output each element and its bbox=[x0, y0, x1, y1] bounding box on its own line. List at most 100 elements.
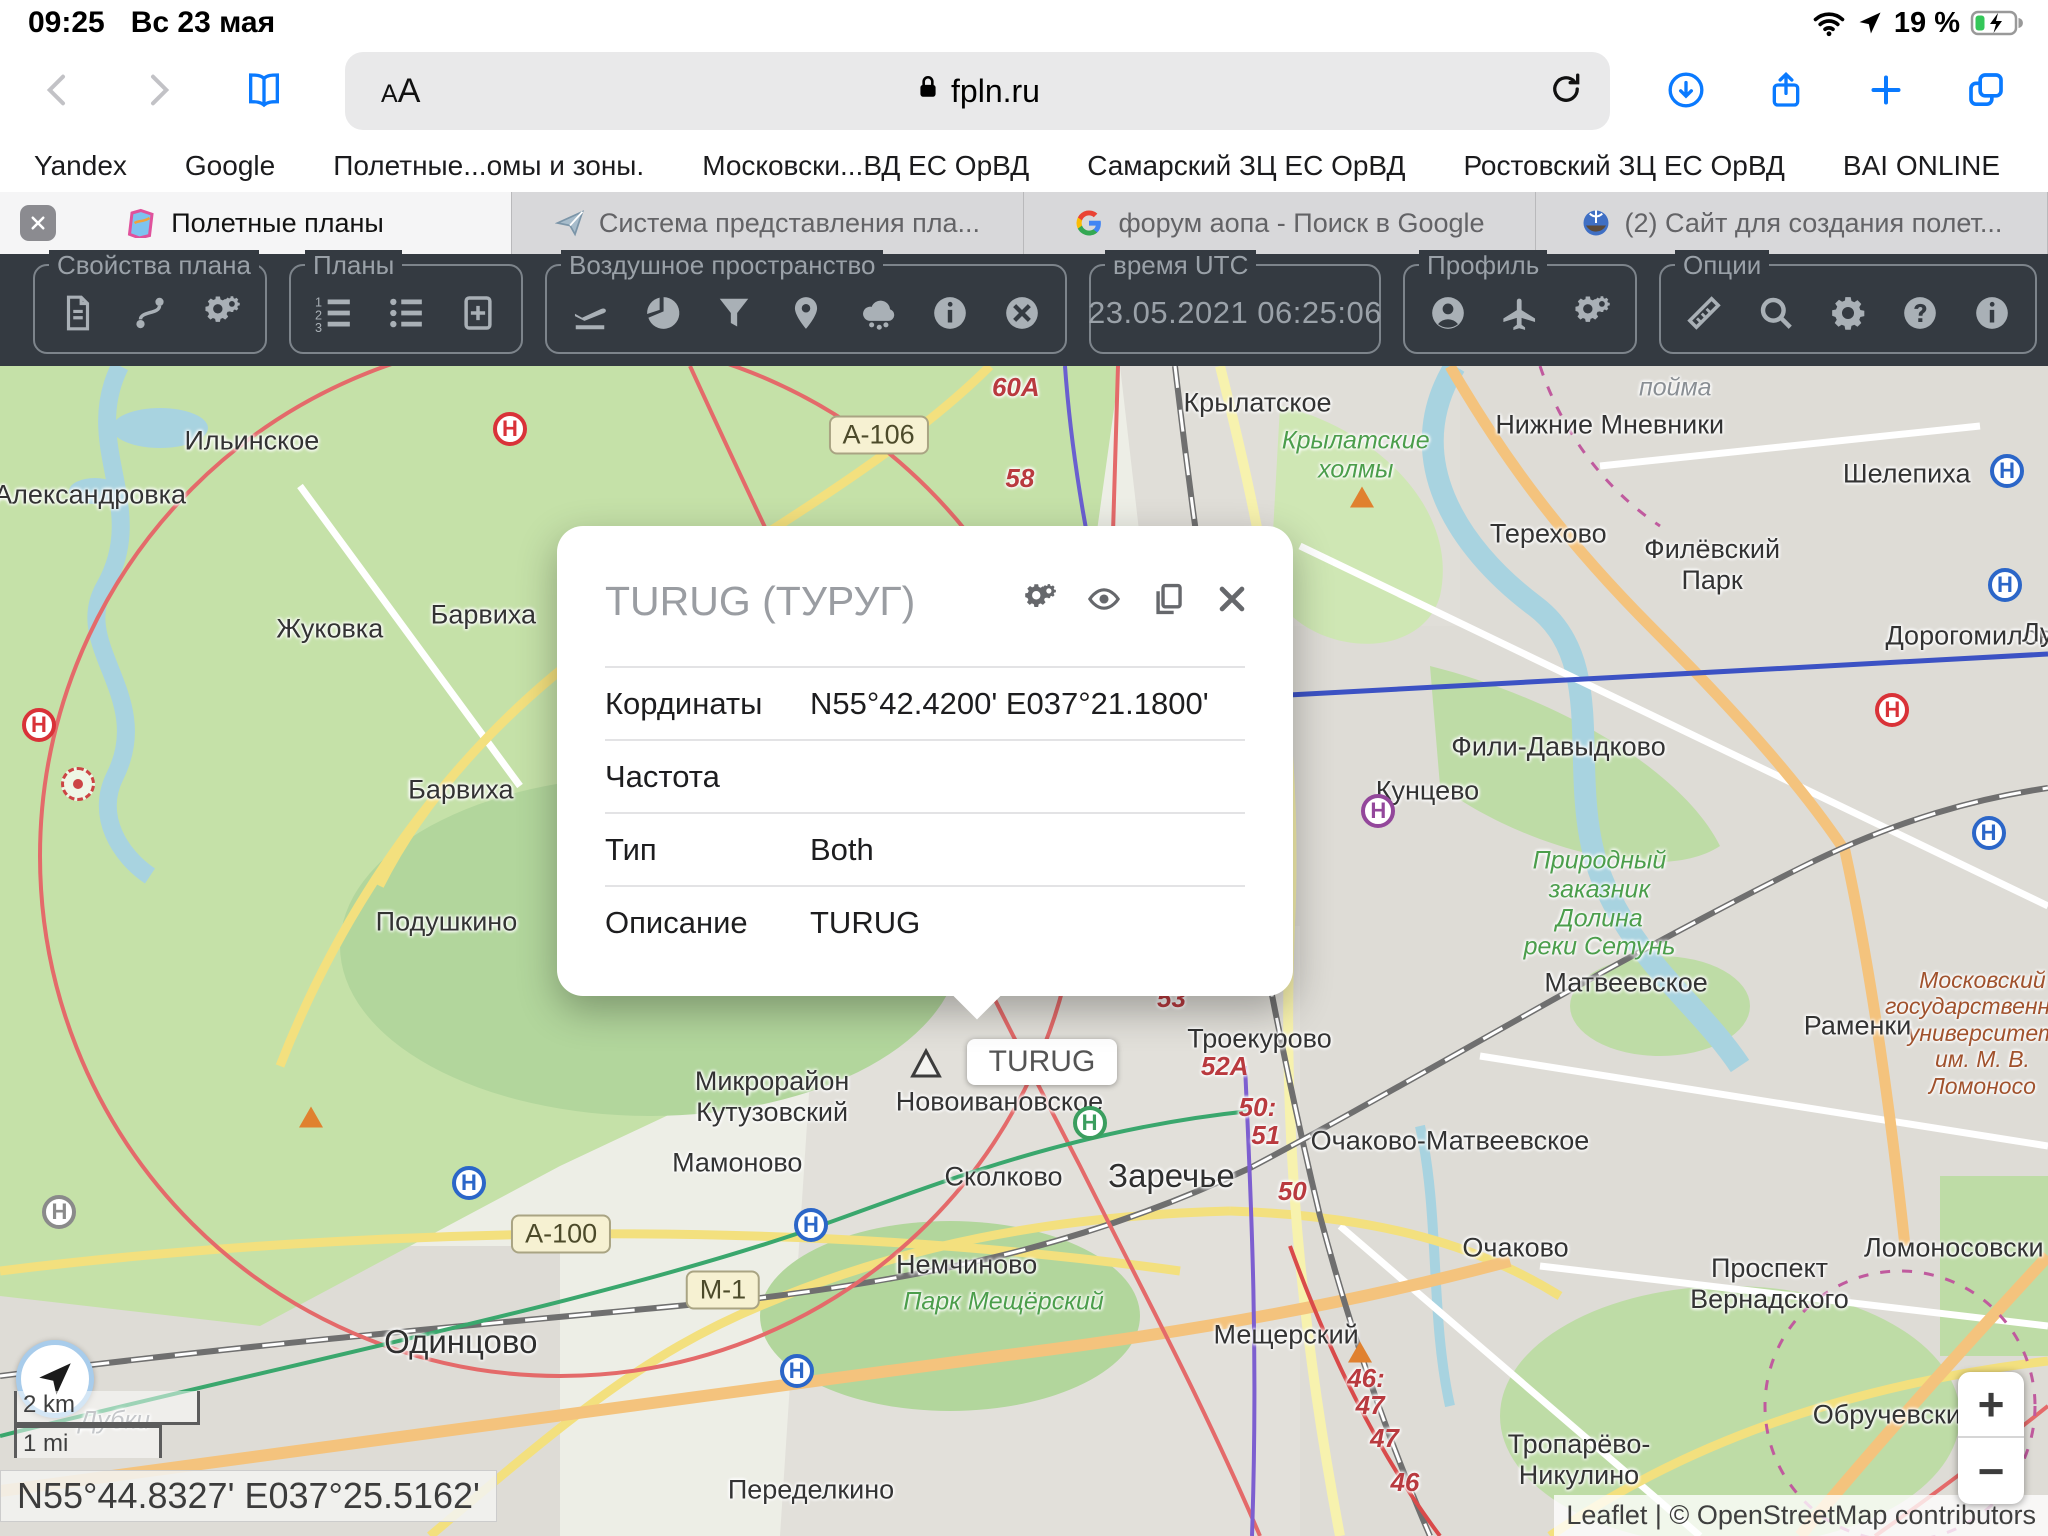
gears-icon[interactable] bbox=[1573, 294, 1611, 332]
tabs-icon[interactable] bbox=[1958, 62, 2014, 118]
reload-icon[interactable] bbox=[1548, 71, 1584, 112]
plane-icon[interactable] bbox=[1501, 294, 1539, 332]
popup-action-close-x-icon[interactable] bbox=[1215, 582, 1249, 621]
popup-action-gears-icon[interactable] bbox=[1023, 582, 1057, 621]
back-icon[interactable] bbox=[30, 62, 86, 118]
toolbar-group-3: Воздушное пространство bbox=[545, 264, 1067, 354]
clock: 09:25 bbox=[28, 6, 105, 40]
list-icon[interactable] bbox=[387, 294, 425, 332]
toolbar-group-4: время UTC23.05.2021 06:25:06 bbox=[1089, 264, 1381, 354]
gears-icon[interactable] bbox=[203, 294, 241, 332]
location-arrow-icon bbox=[1856, 9, 1884, 37]
browser-tab-1[interactable]: Полетные планы bbox=[0, 192, 512, 254]
safari-toolbar: АА fpln.ru bbox=[0, 44, 2048, 140]
bookmarks-icon[interactable] bbox=[236, 62, 292, 118]
lock-icon bbox=[915, 72, 941, 110]
popup-rows: КординатыN55°42.4200' E037°21.1800'Часто… bbox=[605, 666, 1245, 958]
metro-station-icon: Н bbox=[493, 412, 527, 446]
waypoint-triangle-marker[interactable] bbox=[906, 1043, 946, 1088]
new-tab-icon[interactable] bbox=[1858, 62, 1914, 118]
scale-km: 2 km bbox=[14, 1391, 200, 1424]
pie-chart-icon[interactable] bbox=[643, 294, 681, 332]
browser-tab-4[interactable]: (2) Сайт для создания полет... bbox=[1536, 192, 2048, 254]
favorite-item-2[interactable]: Google bbox=[185, 150, 275, 182]
popup-row-value: N55°42.4200' E037°21.1800' bbox=[810, 686, 1245, 722]
popup-action-eye-icon[interactable] bbox=[1087, 582, 1121, 621]
popup-action-copy-icon[interactable] bbox=[1151, 582, 1185, 621]
metro-station-icon: Н bbox=[1988, 568, 2022, 602]
airway-number-label: 50: bbox=[1239, 1093, 1277, 1123]
map-place-label: Фили-Давыдково bbox=[1451, 732, 1665, 763]
popup-row-label: Описание bbox=[605, 905, 810, 941]
zoom-in-button[interactable]: + bbox=[1958, 1372, 2024, 1438]
numbered-list-icon[interactable]: 123 bbox=[315, 294, 353, 332]
airway-number-label: 50 bbox=[1278, 1177, 1307, 1207]
airway-number-label: 47 bbox=[1370, 1424, 1399, 1454]
tab-close-icon[interactable] bbox=[20, 205, 56, 241]
favorite-item-6[interactable]: Ростовский ЗЦ ЕС ОрВД bbox=[1463, 150, 1784, 182]
map-pin-icon[interactable] bbox=[787, 294, 825, 332]
file-icon[interactable] bbox=[59, 294, 97, 332]
map-place-label: Обручевский bbox=[1813, 1400, 1976, 1431]
map-favicon bbox=[127, 208, 157, 238]
search-icon[interactable] bbox=[1757, 294, 1795, 332]
map-place-label: Барвиха bbox=[408, 774, 513, 805]
popup-actions bbox=[1023, 582, 1249, 621]
help-icon[interactable] bbox=[1901, 294, 1939, 332]
filter-icon[interactable] bbox=[715, 294, 753, 332]
road-shield: А-100 bbox=[511, 1215, 611, 1254]
map-place-label: Раменки bbox=[1804, 1010, 1912, 1041]
forward-icon[interactable] bbox=[130, 62, 186, 118]
map-place-label: Крылатское bbox=[1183, 388, 1331, 419]
map-place-label: Филёвский Парк bbox=[1644, 534, 1780, 596]
ipad-screen: 09:25 Вс 23 мая 19 % bbox=[0, 0, 2048, 1536]
address-bar[interactable]: АА fpln.ru bbox=[345, 52, 1610, 130]
zoom-out-button[interactable]: − bbox=[1958, 1438, 2024, 1504]
road-shield: М-1 bbox=[686, 1271, 761, 1310]
flight-icon[interactable] bbox=[571, 294, 609, 332]
scale-control: 2 km 1 mi bbox=[14, 1391, 200, 1458]
metro-station-icon: Н bbox=[1361, 794, 1395, 828]
map-place-label: Шелепиха bbox=[1843, 458, 1971, 489]
close-circle-icon[interactable] bbox=[1003, 294, 1041, 332]
airway-number-label: 60A bbox=[992, 373, 1040, 403]
target-circle-icon bbox=[61, 767, 95, 801]
status-bar: 09:25 Вс 23 мая 19 % bbox=[0, 0, 2048, 44]
map-place-label: Проспект Вернадского bbox=[1630, 1253, 1909, 1315]
map-place-label: Одинцово bbox=[384, 1323, 537, 1361]
map-place-label: Ильинское bbox=[184, 425, 319, 456]
popup-row-label: Частота bbox=[605, 759, 810, 795]
map-canvas[interactable]: поймаКрылатскоеНижние МневникиКрылатские… bbox=[0, 366, 2048, 1536]
map-place-label: Подушкино bbox=[376, 906, 518, 937]
info-icon[interactable] bbox=[931, 294, 969, 332]
favorite-item-5[interactable]: Самарский ЗЦ ЕС ОрВД bbox=[1087, 150, 1405, 182]
map-place-label: Крылатские холмы bbox=[1282, 426, 1430, 484]
info-icon[interactable] bbox=[1973, 294, 2011, 332]
map-place-label: Александровка bbox=[0, 479, 186, 510]
map-place-label: Троекурово bbox=[1187, 1023, 1331, 1054]
svg-text:3: 3 bbox=[315, 321, 322, 332]
ruler-icon[interactable] bbox=[1685, 294, 1723, 332]
weather-cloud-icon[interactable] bbox=[859, 294, 897, 332]
route-icon[interactable] bbox=[131, 294, 169, 332]
add-plan-icon[interactable] bbox=[459, 294, 497, 332]
user-icon[interactable] bbox=[1429, 294, 1467, 332]
metro-station-icon: Н bbox=[780, 1354, 814, 1388]
map-place-label: Переделкино bbox=[728, 1475, 894, 1506]
browser-tab-3[interactable]: форум аопа - Поиск в Google bbox=[1024, 192, 1536, 254]
popup-row: ТипBoth bbox=[605, 812, 1245, 885]
share-icon[interactable] bbox=[1758, 62, 1814, 118]
favorite-item-3[interactable]: Полетные...омы и зоны. bbox=[333, 150, 644, 182]
favorite-item-4[interactable]: Московски...ВД ЕС ОрВД bbox=[702, 150, 1029, 182]
browser-tab-2[interactable]: Система представления пла... bbox=[512, 192, 1024, 254]
toolbar-group-label: Свойства плана bbox=[49, 250, 259, 281]
gear-icon[interactable] bbox=[1829, 294, 1867, 332]
waypoint-label[interactable]: TURUG bbox=[967, 1039, 1118, 1085]
favorite-item-7[interactable]: BAI ONLINE bbox=[1843, 150, 2000, 182]
favorite-item-1[interactable]: Yandex bbox=[34, 150, 127, 182]
warning-triangle-icon bbox=[1350, 487, 1374, 508]
reader-button[interactable]: АА bbox=[381, 72, 420, 111]
metro-station-icon: Н bbox=[22, 708, 56, 742]
download-icon[interactable] bbox=[1658, 62, 1714, 118]
utc-time-value: 23.05.2021 06:25:06 bbox=[1088, 295, 1382, 331]
